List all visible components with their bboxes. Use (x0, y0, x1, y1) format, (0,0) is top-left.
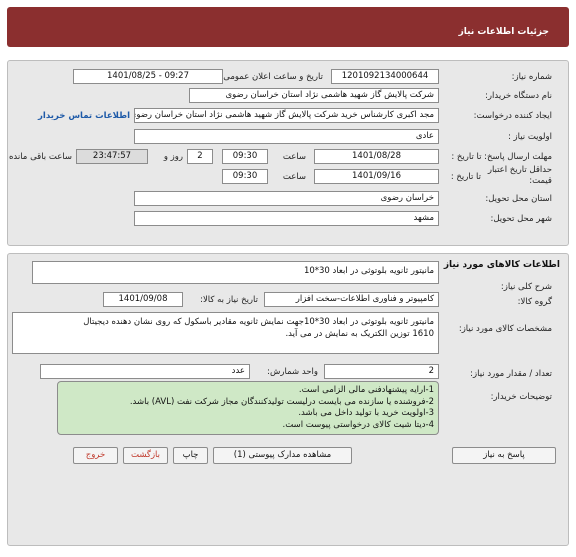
validity-label-line1: حداقل تاریخ اعتبار (487, 165, 552, 175)
page-title: جزئیات اطلاعات نیاز (458, 27, 549, 37)
announce-date-label: تاریخ و ساعت اعلان عمومی: (220, 72, 323, 82)
view-attachments-button[interactable]: مشاهده مدارک پیوستی (1) (213, 447, 352, 464)
validity-label-line2: قیمت: (529, 176, 552, 186)
goods-spec-line-1: مانیتور ثانویه بلوتوثی در ابعاد 30*10جهت… (83, 317, 434, 327)
buyer-field: شرکت پالایش گاز شهید هاشمی نژاد استان خر… (189, 88, 439, 103)
remaining-time-field: 23:47:57 (76, 149, 148, 164)
exit-button[interactable]: خروج (73, 447, 118, 464)
unit-field: عدد (40, 364, 250, 379)
goods-spec-line-2: 1610 توزین الکتریک به نمایش در می آید. (285, 329, 434, 339)
print-button[interactable]: چاپ (173, 447, 208, 464)
unit-label: واحد شمارش: (267, 367, 318, 377)
buyer-note-item: 1-ارایه پیشنهادفنی مالی الزامی است. (298, 385, 434, 395)
need-details-panel: شماره نیاز: 1201092134000644 تاریخ و ساع… (7, 60, 569, 246)
need-number-label: شماره نیاز: (511, 72, 552, 82)
deadline-label: مهلت ارسال پاسخ: تا تاریخ : (451, 152, 552, 162)
remaining-time-label: ساعت باقی مانده (8, 152, 72, 162)
watermark-shape (218, 111, 368, 201)
validity-until-label: تا تاریخ : (450, 172, 481, 182)
buyer-note-item: 4-دیتا شیت کالای درخواستی پیوست است. (282, 419, 434, 430)
goods-panel: اطلاعات کالاهای مورد نیاز شرح کلی نیاز: … (7, 253, 569, 546)
goods-need-date-label: تاریخ نیاز به کالا: (200, 295, 258, 305)
back-button[interactable]: بازگشت (123, 447, 168, 464)
buyer-contact-link[interactable]: اطلاعات تماس خریدار (38, 111, 130, 121)
creator-label: ایجاد کننده درخواست: (473, 111, 552, 121)
need-description-label: شرح کلی نیاز: (500, 282, 552, 292)
days-and-label: روز و (163, 152, 183, 162)
need-description-field: مانیتور ثانویه بلوتوثی در ابعاد 30*10 (32, 261, 439, 284)
goods-need-date-field: 1401/09/08 (103, 292, 183, 307)
province-label: استان محل تحویل: (485, 194, 552, 204)
reply-to-need-button[interactable]: پاسخ به نیاز (452, 447, 556, 464)
city-label: شهر محل تحویل: (490, 214, 552, 224)
goods-section-title: اطلاعات کالاهای مورد نیاز (443, 260, 560, 270)
goods-spec-field: مانیتور ثانویه بلوتوثی در ابعاد 30*10جهت… (12, 312, 439, 354)
goods-group-label: گروه کالا: (517, 297, 552, 307)
buyer-note-item: 2-فروشنده یا سازنده می بایست درلیست تولی… (129, 396, 434, 407)
goods-group-field: کامپیوتر و فناوری اطلاعات-سخت افزار (264, 292, 439, 307)
title-bar: جزئیات اطلاعات نیاز (7, 7, 569, 47)
need-description-text: مانیتور ثانویه بلوتوثی در ابعاد 30*10 (303, 266, 434, 276)
quantity-label: تعداد / مقدار مورد نیاز: (470, 369, 552, 379)
buyer-note-item: 3-اولویت خرید با تولید داخل می باشد. (298, 408, 434, 418)
need-number-field: 1201092134000644 (331, 69, 439, 84)
buyer-label: نام دستگاه خریدار: (485, 91, 552, 101)
announce-date-field: 1401/08/25 - 09:27 (73, 69, 223, 84)
priority-label: اولویت نیاز : (507, 132, 552, 142)
quantity-field: 2 (324, 364, 439, 379)
days-remaining-field: 2 (187, 149, 213, 164)
buyer-notes-label: توضیحات خریدار: (490, 392, 552, 402)
city-field: مشهد (134, 211, 439, 226)
buyer-notes-box: 1-ارایه پیشنهادفنی مالی الزامی است. 2-فر… (57, 381, 439, 435)
goods-spec-label: مشخصات کالای مورد نیاز: (458, 324, 552, 334)
